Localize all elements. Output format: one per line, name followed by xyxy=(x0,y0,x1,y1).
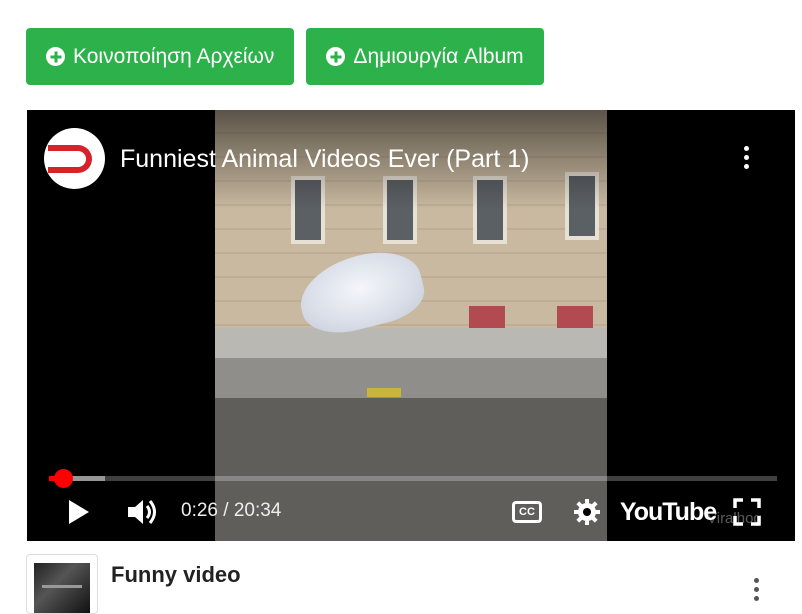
fullscreen-icon xyxy=(733,498,761,526)
time-current: 0:26 xyxy=(181,500,218,521)
channel-logo-icon[interactable] xyxy=(44,128,105,189)
time-separator: / xyxy=(217,500,234,521)
more-options-icon[interactable] xyxy=(752,578,760,608)
share-files-label: Κοινοποίηση Αρχείων xyxy=(73,44,275,68)
create-album-button[interactable]: Δημιουργία Album xyxy=(306,28,544,85)
volume-icon xyxy=(128,500,156,524)
fullscreen-button[interactable] xyxy=(729,487,765,537)
captions-button[interactable]: CC xyxy=(509,487,545,537)
settings-gear-icon xyxy=(574,499,600,525)
plus-circle-icon xyxy=(46,47,65,66)
magnet-logo-icon xyxy=(47,144,92,173)
video-player[interactable]: Funniest Animal Videos Ever (Part 1) Vir… xyxy=(27,110,795,541)
progress-bar[interactable] xyxy=(49,469,777,488)
youtube-button[interactable]: YouTube xyxy=(620,487,717,537)
closed-captions-icon: CC xyxy=(512,501,542,523)
scrubber-handle[interactable] xyxy=(53,469,73,488)
player-controls: 0:26 / 20:34 CC YouTube xyxy=(27,487,795,537)
more-options-icon[interactable] xyxy=(742,146,750,174)
youtube-logo: YouTube xyxy=(619,497,717,526)
plus-circle-icon xyxy=(326,47,346,66)
time-display: 0:26 / 20:34 xyxy=(181,500,281,522)
time-total: 20:34 xyxy=(233,500,282,521)
video-title[interactable]: Funniest Animal Videos Ever (Part 1) xyxy=(120,145,529,174)
play-button[interactable] xyxy=(61,487,97,537)
play-icon xyxy=(69,500,89,524)
create-album-label: Δημιουργία Album xyxy=(353,44,524,68)
item-thumbnail[interactable] xyxy=(26,554,98,614)
item-title[interactable]: Funny video xyxy=(111,562,241,588)
volume-button[interactable] xyxy=(123,487,163,537)
action-bar: Κοινοποίηση Αρχείων Δημιουργία Album xyxy=(26,28,544,85)
list-item[interactable]: Funny video xyxy=(26,554,786,614)
share-files-button[interactable]: Κοινοποίηση Αρχείων xyxy=(26,28,295,85)
settings-button[interactable] xyxy=(569,487,605,537)
